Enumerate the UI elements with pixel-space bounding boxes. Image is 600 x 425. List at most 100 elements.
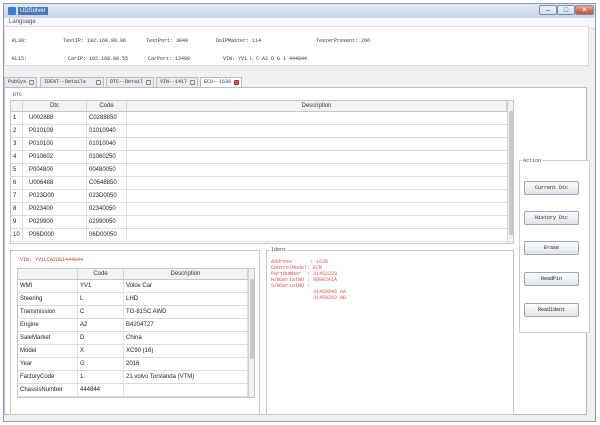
vin-col-description[interactable]: Description <box>124 269 248 280</box>
maximize-button[interactable]: □ <box>557 5 575 15</box>
table-row[interactable]: Steering L LHD <box>18 293 248 306</box>
tab-label: PubSys <box>8 79 27 85</box>
field-cell: FactoryCode <box>18 371 78 383</box>
code-cell: YV1 <box>78 280 124 292</box>
field-cell: WMI <box>18 280 78 292</box>
dtc-col-code[interactable]: Code <box>87 101 127 112</box>
table-row[interactable]: Engine A2 B4204T27 <box>18 319 248 332</box>
vin-title: VIN: YV1LCA2DG1444844 <box>20 257 84 263</box>
dtc-cell: P010109 <box>23 125 87 137</box>
tab-label: DTC--Detail <box>110 79 144 85</box>
vin-col-field[interactable] <box>18 269 78 280</box>
kl15-label: KL15: <box>12 56 28 62</box>
code-cell: 444844 <box>78 384 124 396</box>
tab-vin-1417[interactable]: VIN--1417 <box>156 77 198 87</box>
tab-close-icon[interactable] <box>29 80 34 85</box>
dtc-table: Dtc Code Description 1 U002888 C0288850 … <box>10 100 514 244</box>
menu-language[interactable]: Language <box>9 19 36 25</box>
history-dtc-button[interactable]: History Dtc <box>524 211 579 225</box>
code-cell: X <box>78 345 124 357</box>
dtc-cell: P06D000 <box>23 229 87 241</box>
close-button[interactable]: ✕ <box>575 5 594 15</box>
code-cell: D <box>78 332 124 344</box>
tab-close-icon[interactable] <box>96 80 101 85</box>
code-cell: 1 <box>78 371 124 383</box>
field-cell: Engine <box>18 319 78 331</box>
table-row[interactable]: 1 U002888 C0288850 <box>11 112 507 125</box>
description-cell: China <box>124 332 248 344</box>
tab-ecu-1630[interactable]: ECU--1630 <box>200 77 242 87</box>
scrollbar-thumb[interactable] <box>250 279 254 359</box>
row-index: 6 <box>11 177 23 189</box>
minimize-button[interactable]: – <box>539 5 557 15</box>
field-cell: Year <box>18 358 78 370</box>
dtc-cell: P004800 <box>23 164 87 176</box>
code-cell: L <box>78 293 124 305</box>
row-index: 8 <box>11 203 23 215</box>
ident-title: Ident <box>270 247 288 253</box>
tab-pubsys[interactable]: PubSys <box>4 77 37 87</box>
app-icon <box>8 7 16 15</box>
row-index: 5 <box>11 164 23 176</box>
dtc-cell: P010100 <box>23 138 87 150</box>
vin-scrollbar[interactable] <box>248 269 254 397</box>
code-cell: 06D00050 <box>87 229 127 241</box>
row-index: 4 <box>11 151 23 163</box>
read-ident-button[interactable]: ReadIdent <box>524 303 579 317</box>
code-cell: A2 <box>78 319 124 331</box>
table-row[interactable]: Model X XC90 (16) <box>18 345 248 358</box>
kl30-label: KL30: <box>12 38 28 44</box>
row-index: 3 <box>11 138 23 150</box>
current-dtc-button[interactable]: Current Dtc <box>524 181 579 195</box>
dtc-col-description[interactable]: Description <box>127 101 507 112</box>
code-cell: 02340050 <box>87 203 127 215</box>
vin-info: VIN: YV1 L C A2 D G 1 444844 <box>223 56 308 62</box>
ident-sw-serial-2: 31459293 AD <box>271 295 347 301</box>
table-row[interactable]: 10 P06D000 06D00050 <box>11 229 507 242</box>
table-row[interactable]: 2 P010109 01010940 <box>11 125 507 138</box>
table-row[interactable]: 3 P010100 01010040 <box>11 138 507 151</box>
table-row[interactable]: SaleMarket D China <box>18 332 248 345</box>
code-cell: 01060250 <box>87 151 127 163</box>
table-row[interactable]: 9 P029900 02990050 <box>11 216 507 229</box>
table-row[interactable]: Year G 2016 <box>18 358 248 371</box>
table-row[interactable]: 6 U006488 C0648850 <box>11 177 507 190</box>
tab-ident-details[interactable]: IDENT--Details <box>40 77 104 87</box>
code-cell: C <box>78 306 124 318</box>
table-row[interactable]: FactoryCode 1 21 volvo Torslanda (VTM) <box>18 371 248 384</box>
description-cell: Volov Car <box>124 280 248 292</box>
dtc-cell: U006488 <box>23 177 87 189</box>
scrollbar-thumb[interactable] <box>509 111 513 235</box>
table-row[interactable]: ChassisNumber 444844 <box>18 384 248 397</box>
tab-close-icon[interactable] <box>234 80 239 85</box>
table-row[interactable]: WMI YV1 Volov Car <box>18 280 248 293</box>
row-index: 10 <box>11 229 23 241</box>
tab-dtc-detail[interactable]: DTC--Detail <box>106 77 154 87</box>
tab-close-icon[interactable] <box>190 80 195 85</box>
code-cell: 01010940 <box>87 125 127 137</box>
row-index: 9 <box>11 216 23 228</box>
dtc-section-title: DTC <box>13 92 23 98</box>
field-cell: SaleMarket <box>18 332 78 344</box>
title-bar: UDSolver – □ ✕ <box>4 4 595 18</box>
doip-master: DoIPMaster: 114 <box>216 38 262 44</box>
read-pin-button[interactable]: ReadPin <box>524 272 579 286</box>
table-row[interactable]: 5 P004800 00480050 <box>11 164 507 177</box>
table-row[interactable]: 4 P010602 01060250 <box>11 151 507 164</box>
table-row[interactable]: 7 P023D00 023D0050 <box>11 190 507 203</box>
tab-label: IDENT--Details <box>44 79 87 85</box>
field-cell: Steering <box>18 293 78 305</box>
table-row[interactable]: Transmission C TG-81SC AWD <box>18 306 248 319</box>
erase-button[interactable]: Erase <box>524 241 579 255</box>
dtc-scrollbar[interactable] <box>507 101 513 243</box>
window-title: UDSolver <box>18 7 48 15</box>
description-cell: LHD <box>124 293 248 305</box>
tab-close-icon[interactable] <box>146 80 151 85</box>
dtc-col-dtc[interactable]: Dtc <box>23 101 87 112</box>
dtc-cell: P023400 <box>23 203 87 215</box>
table-row[interactable]: 8 P023400 02340050 <box>11 203 507 216</box>
dtc-col-index[interactable] <box>11 101 23 112</box>
code-cell: C0648850 <box>87 177 127 189</box>
action-label: Action <box>522 158 543 164</box>
vin-col-code[interactable]: Code <box>78 269 124 280</box>
